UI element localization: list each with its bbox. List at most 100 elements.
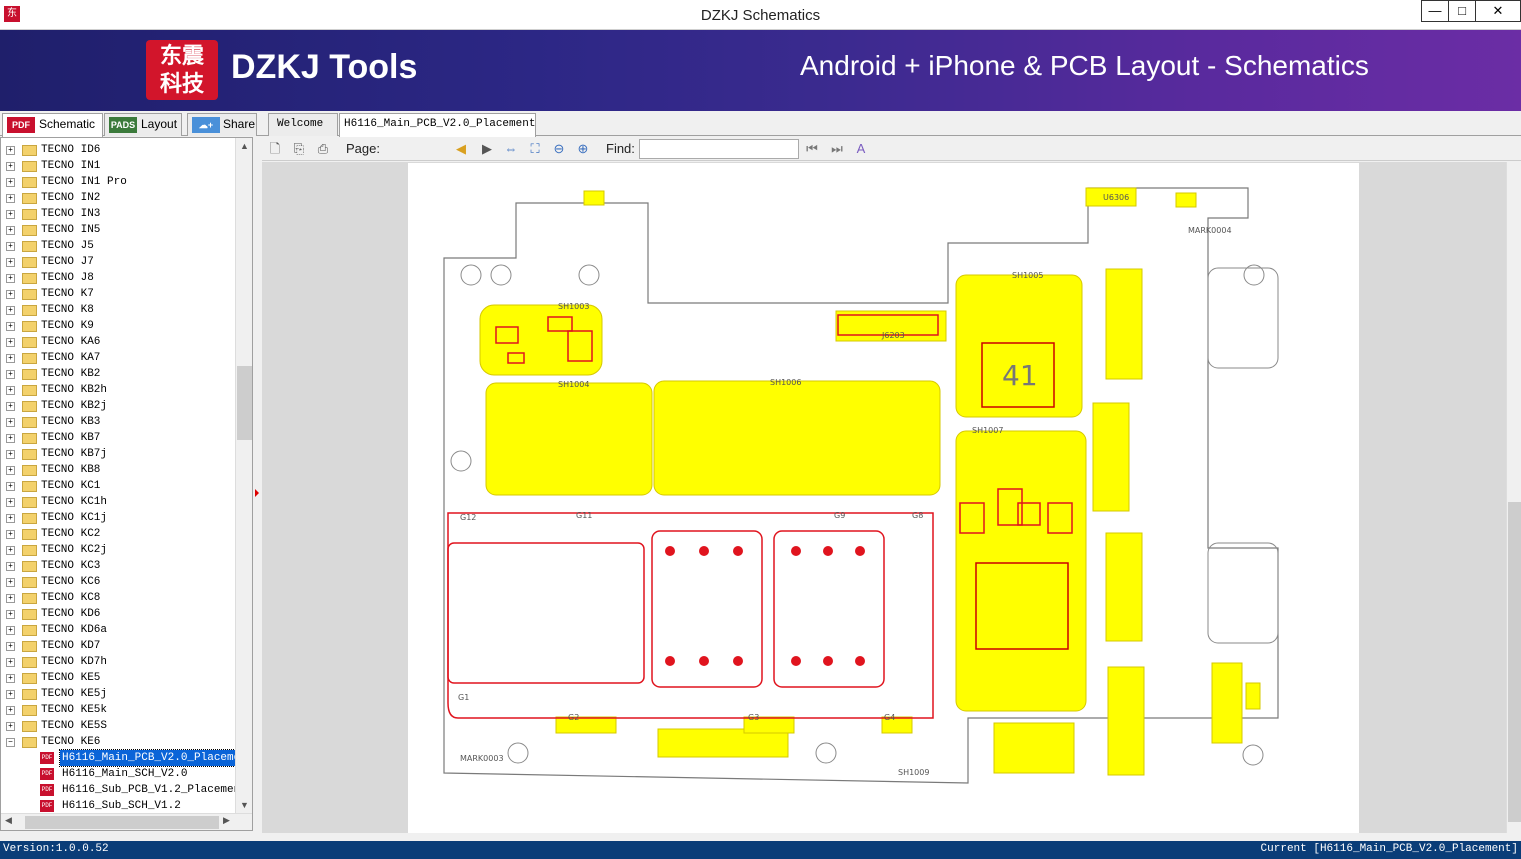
scroll-down-icon[interactable]: ▼ — [236, 797, 252, 814]
expand-icon[interactable]: + — [6, 146, 15, 155]
expand-icon[interactable]: + — [6, 194, 15, 203]
viewer-scroll-thumb[interactable] — [1508, 502, 1521, 822]
expand-icon[interactable]: + — [6, 466, 15, 475]
pads-icon: PADS — [109, 117, 137, 133]
folder-icon — [22, 481, 37, 492]
zoom-out-icon[interactable]: ⊖ — [550, 140, 568, 158]
expand-icon[interactable]: + — [6, 578, 15, 587]
highlight-icon[interactable]: A — [852, 140, 870, 158]
tree-folder-label: TECNO KB3 — [41, 416, 101, 428]
expand-icon[interactable]: + — [6, 338, 15, 347]
label-g4: G4 — [884, 713, 895, 722]
expand-icon[interactable]: + — [6, 226, 15, 235]
label-u6306: U6306 — [1103, 193, 1129, 202]
panel-splitter[interactable] — [254, 137, 261, 831]
tab-welcome[interactable]: Welcome — [268, 113, 338, 136]
maximize-button[interactable]: □ — [1448, 0, 1476, 22]
expand-icon[interactable]: + — [6, 402, 15, 411]
tab-schematic[interactable]: PDF Schematic — [2, 113, 103, 137]
expand-icon[interactable]: + — [6, 450, 15, 459]
expand-icon[interactable]: + — [6, 530, 15, 539]
expand-icon[interactable]: + — [6, 274, 15, 283]
viewer-vertical-scrollbar[interactable] — [1506, 162, 1521, 833]
zoom-in-icon[interactable]: ⊕ — [574, 140, 592, 158]
expand-icon[interactable]: + — [6, 306, 15, 315]
find-prev-icon[interactable]: ⏮ — [803, 140, 821, 158]
expand-icon[interactable]: + — [6, 482, 15, 491]
expand-icon[interactable]: + — [6, 434, 15, 443]
expand-icon[interactable]: + — [6, 178, 15, 187]
copy-icon[interactable]: ⎘ — [290, 140, 308, 158]
tree-folder-label: TECNO KD7h — [41, 656, 108, 668]
expand-icon[interactable]: + — [6, 210, 15, 219]
expand-icon[interactable]: + — [6, 258, 15, 267]
expand-icon[interactable]: + — [6, 594, 15, 603]
folder-icon — [22, 177, 37, 188]
expand-icon[interactable]: + — [6, 674, 15, 683]
label-g8: G8 — [912, 511, 923, 520]
expand-icon[interactable]: + — [6, 514, 15, 523]
find-next-icon[interactable]: ⏭ — [828, 140, 846, 158]
tab-layout[interactable]: PADS Layout — [104, 113, 182, 136]
tree-scroll-thumb[interactable] — [237, 366, 252, 440]
minimize-button[interactable]: — — [1421, 0, 1449, 22]
folder-icon — [22, 561, 37, 572]
tree-hscroll-thumb[interactable] — [25, 816, 219, 829]
expand-icon[interactable]: + — [6, 322, 15, 331]
expand-icon[interactable]: + — [6, 658, 15, 667]
document-viewer[interactable]: 41 G12 G11 G9 G8 G1 G2 G3 G4 SH1003 SH10… — [262, 162, 1507, 833]
expand-icon[interactable]: + — [6, 610, 15, 619]
print-icon[interactable]: ⎙ — [314, 140, 332, 158]
expand-icon[interactable]: + — [6, 546, 15, 555]
expand-icon[interactable]: + — [6, 290, 15, 299]
folder-icon — [22, 145, 37, 156]
open-icon[interactable]: 🗋 — [266, 140, 284, 158]
expand-icon[interactable]: + — [6, 626, 15, 635]
expand-icon[interactable]: − — [6, 738, 15, 747]
expand-icon[interactable]: + — [6, 354, 15, 363]
folder-icon — [22, 401, 37, 412]
expand-icon[interactable]: + — [6, 386, 15, 395]
tree-horizontal-scrollbar[interactable]: ◀ ▶ — [1, 813, 252, 830]
pcb-drawing: 41 G12 G11 G9 G8 G1 G2 G3 G4 SH1003 SH10… — [443, 187, 1279, 784]
fit-page-icon[interactable]: ⛶ — [526, 140, 544, 158]
fit-width-icon[interactable]: ⇔ — [502, 140, 520, 158]
prev-page-icon[interactable]: ◀ — [452, 140, 470, 158]
tabs-row: PDF Schematic PADS Layout ☁+ Share Welco… — [0, 111, 1521, 151]
scroll-left-icon[interactable]: ◀ — [5, 815, 12, 826]
label-j6203: J6203 — [881, 331, 905, 340]
label-sh1003: SH1003 — [558, 302, 589, 311]
tab-schematic-label: Schematic — [39, 117, 96, 131]
expand-icon[interactable]: + — [6, 642, 15, 651]
expand-icon[interactable]: + — [6, 690, 15, 699]
next-page-icon[interactable]: ▶ — [478, 140, 496, 158]
tree-folder-label: TECNO K7 — [41, 288, 94, 300]
expand-icon[interactable]: + — [6, 370, 15, 379]
expand-icon[interactable]: + — [6, 498, 15, 507]
tree-folder-label: TECNO KB7j — [41, 448, 108, 460]
folder-icon — [22, 417, 37, 428]
folder-icon — [22, 353, 37, 364]
current-file-text: Current [H6116_Main_PCB_V2.0_Placement] — [1260, 843, 1518, 855]
tab-document[interactable]: H6116_Main_PCB_V2.0_Placement ✕ — [339, 113, 536, 151]
find-input[interactable] — [639, 139, 799, 159]
expand-icon[interactable]: + — [6, 418, 15, 427]
tree-folder-label: TECNO IN5 — [41, 224, 101, 236]
expand-icon[interactable]: + — [6, 562, 15, 571]
close-button[interactable]: ✕ — [1475, 0, 1521, 22]
folder-icon — [22, 609, 37, 620]
tree-vertical-scrollbar[interactable]: ▲ ▼ — [235, 138, 252, 814]
expand-icon[interactable]: + — [6, 706, 15, 715]
scroll-up-icon[interactable]: ▲ — [236, 138, 252, 155]
tab-share[interactable]: ☁+ Share — [187, 113, 257, 136]
tree-folder-label: TECNO KC2j — [41, 544, 108, 556]
tree-file-label: H6116_Sub_SCH_V1.2 — [62, 800, 181, 812]
collapse-arrow-icon[interactable] — [255, 489, 259, 497]
tree-file-label: H6116_Main_SCH_V2.0 — [62, 768, 188, 780]
expand-icon[interactable]: + — [6, 162, 15, 171]
folder-icon — [22, 689, 37, 700]
scroll-right-icon[interactable]: ▶ — [223, 815, 230, 826]
pcb-page[interactable]: 41 G12 G11 G9 G8 G1 G2 G3 G4 SH1003 SH10… — [408, 163, 1359, 833]
expand-icon[interactable]: + — [6, 242, 15, 251]
expand-icon[interactable]: + — [6, 722, 15, 731]
